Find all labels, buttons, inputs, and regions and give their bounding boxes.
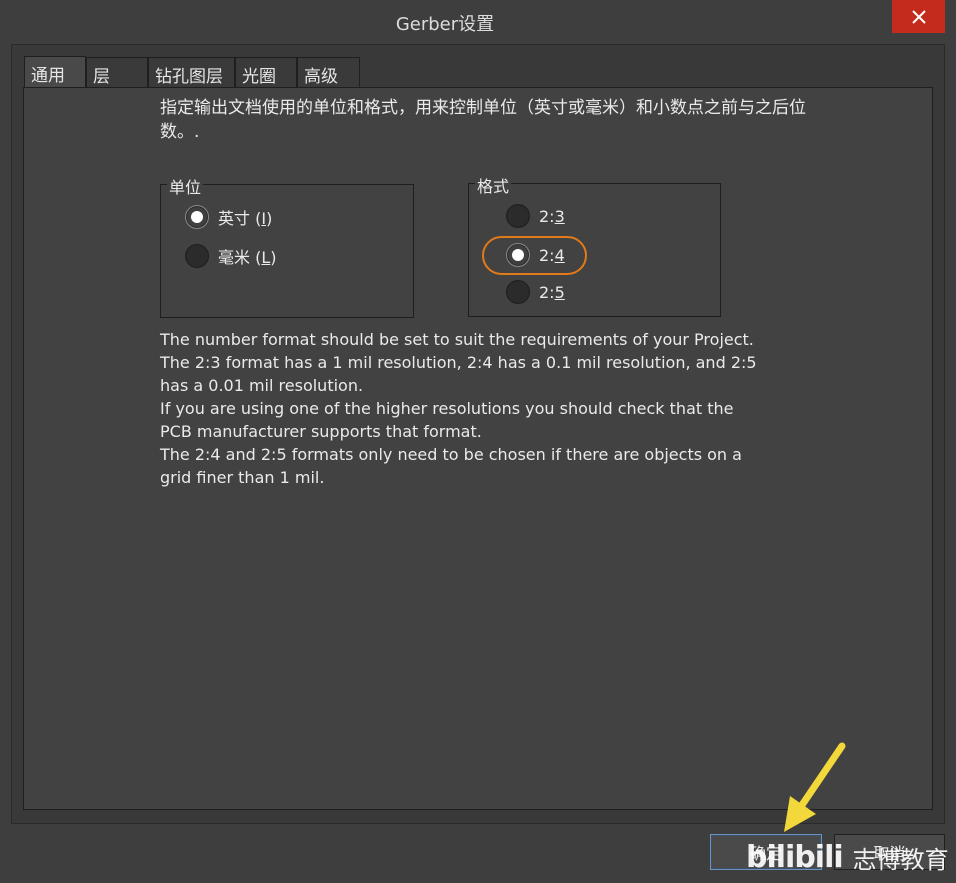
radio-format-2-5-label: 2:5 xyxy=(539,282,565,302)
window-title: Gerber设置 xyxy=(395,14,495,35)
bilibili-logo: bilibili xyxy=(746,840,844,875)
tab-general[interactable]: 通用 xyxy=(24,56,86,88)
annotation-highlight-ring xyxy=(482,236,587,275)
tab-drill-drawing[interactable]: 钻孔图层 xyxy=(148,57,235,87)
close-icon xyxy=(911,9,926,24)
radio-mm[interactable]: 毫米 (L) xyxy=(185,244,277,268)
info-line: The 2:3 format has a 1 mil resolution, 2… xyxy=(160,353,757,395)
tab-advanced[interactable]: 高级 xyxy=(297,57,360,87)
units-group-legend: 单位 xyxy=(167,174,204,198)
info-line: The 2:4 and 2:5 formats only need to be … xyxy=(160,445,742,487)
tab-apertures[interactable]: 光圈 xyxy=(235,57,297,87)
tab-layers[interactable]: 层 xyxy=(86,57,148,87)
arrow-icon xyxy=(784,742,846,832)
radio-format-2-3-label: 2:3 xyxy=(539,206,565,226)
info-line: If you are using one of the higher resol… xyxy=(160,399,734,441)
radio-format-2-5[interactable]: 2:5 xyxy=(506,280,565,304)
format-group-legend: 格式 xyxy=(475,173,512,197)
radio-format-2-5-indicator[interactable] xyxy=(506,280,530,304)
title-bar: Gerber设置 xyxy=(0,0,956,44)
watermark-text: 志博教育 xyxy=(852,846,949,874)
radio-inch[interactable]: 英寸 (I) xyxy=(185,205,272,229)
close-button[interactable] xyxy=(892,0,945,33)
radio-inch-label: 英寸 (I) xyxy=(218,209,273,228)
format-info: The number format should be set to suit … xyxy=(160,328,760,489)
radio-mm-label: 毫米 (L) xyxy=(218,248,277,267)
radio-format-2-3-indicator[interactable] xyxy=(506,204,530,228)
info-line: The number format should be set to suit … xyxy=(160,330,754,349)
radio-inch-indicator[interactable] xyxy=(185,205,209,229)
intro-text: 指定输出文档使用的单位和格式，用来控制单位（英寸或毫米）和小数点之前与之后位数。… xyxy=(160,98,806,142)
radio-format-2-3[interactable]: 2:3 xyxy=(506,204,565,228)
watermark: bilibili 志博教育 xyxy=(746,840,949,875)
radio-mm-indicator[interactable] xyxy=(185,244,209,268)
